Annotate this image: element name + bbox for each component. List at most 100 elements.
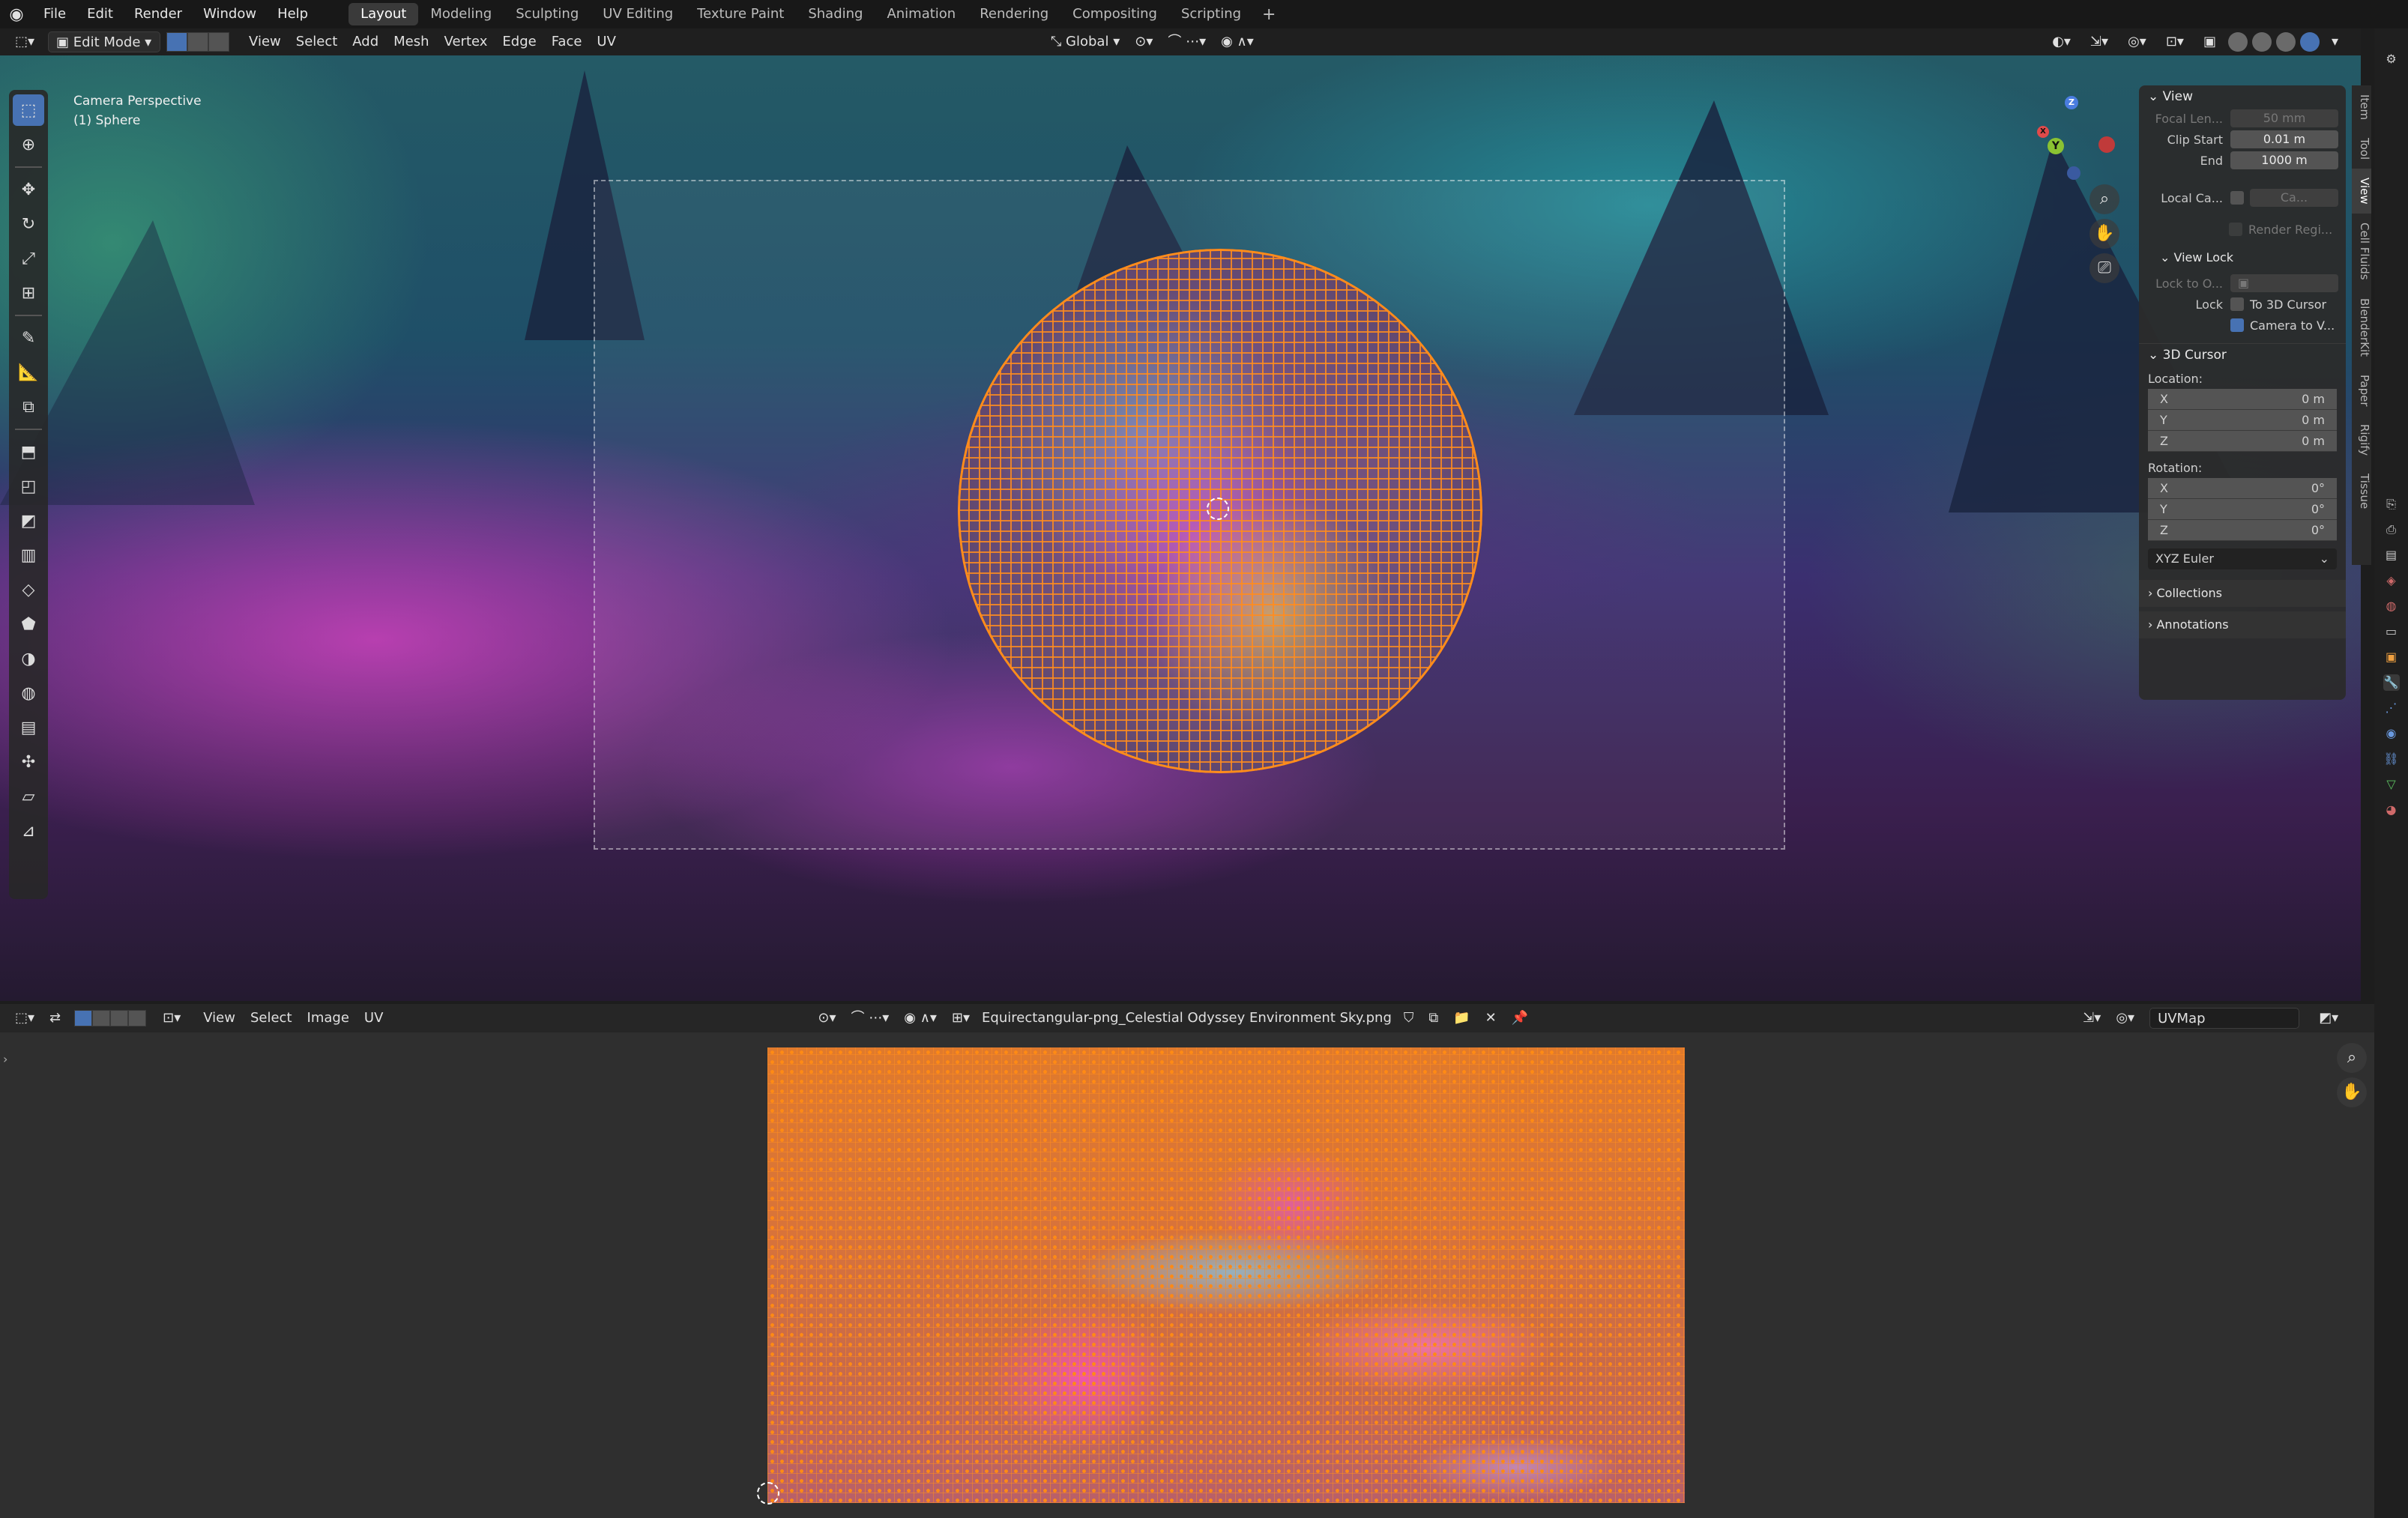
move-tool-icon[interactable]: ✥ — [13, 174, 44, 205]
tab-paper[interactable]: Paper — [2352, 366, 2371, 415]
rotate-tool-icon[interactable]: ↻ — [13, 208, 44, 240]
tab-animation[interactable]: Animation — [875, 3, 968, 25]
tab-tool[interactable]: Tool — [2352, 129, 2371, 169]
sticky-selection-icon[interactable]: ⊡▾ — [155, 1008, 188, 1029]
edge-slide-tool-icon[interactable]: ▤ — [13, 712, 44, 743]
uv-select-menu[interactable]: Select — [243, 1008, 300, 1029]
tab-sculpting[interactable]: Sculpting — [504, 3, 591, 25]
render-region-checkbox[interactable] — [2229, 223, 2242, 236]
overlay-toggle-icon[interactable]: ◎▾ — [2120, 31, 2154, 52]
cursor-location-x[interactable]: X 0 m — [2148, 389, 2337, 410]
3d-cursor-icon[interactable] — [1207, 498, 1229, 520]
uv-pivot-icon[interactable]: ⊙▾ — [810, 1008, 843, 1029]
add-workspace-button[interactable]: + — [1253, 5, 1285, 24]
toolbar-expand-icon[interactable]: › — [3, 1052, 7, 1066]
mode-selector[interactable]: ▣ Edit Mode ▾ — [48, 31, 161, 52]
collection-properties-icon[interactable]: ▭ — [2383, 623, 2400, 640]
uv-pan-hand-icon[interactable]: ✋ — [2337, 1077, 2367, 1107]
3d-viewport[interactable]: Camera Perspective (1) Sphere Z Y X ⌕ ✋ … — [0, 55, 2361, 1001]
wireframe-shading-icon[interactable] — [2227, 32, 2248, 52]
vertex-select-icon[interactable] — [166, 32, 188, 52]
cursor-location-y[interactable]: Y 0 m — [2148, 410, 2337, 431]
2d-cursor-icon[interactable] — [757, 1482, 779, 1505]
uv-editor-canvas[interactable]: ⌕ ✋ › — [0, 1032, 2374, 1518]
cursor-tool-icon[interactable]: ⊕ — [13, 129, 44, 160]
image-browse-icon[interactable]: ⊞▾ — [944, 1008, 977, 1029]
gizmo-y-axis[interactable]: Y — [2048, 138, 2064, 154]
menu-help[interactable]: Help — [267, 0, 319, 28]
snap-icon[interactable]: ⌒ ⋯▾ — [1160, 31, 1213, 52]
tab-shading[interactable]: Shading — [796, 3, 875, 25]
3d-cursor-panel-header[interactable]: ⌄ 3D Cursor — [2139, 343, 2346, 366]
uv-zoom-icon[interactable]: ⌕ — [2337, 1043, 2367, 1073]
menu-render[interactable]: Render — [124, 0, 193, 28]
tab-scripting[interactable]: Scripting — [1169, 3, 1253, 25]
uv-menu[interactable]: UV — [589, 31, 624, 52]
tab-compositing[interactable]: Compositing — [1060, 3, 1169, 25]
uv-face-select-icon[interactable] — [110, 1010, 129, 1026]
loop-cut-tool-icon[interactable]: ▥ — [13, 539, 44, 571]
pin-icon[interactable]: 📌 — [1504, 1008, 1536, 1029]
unlink-image-icon[interactable]: ✕ — [1478, 1008, 1504, 1029]
uv-gizmo-icon[interactable]: ⇲▾ — [2075, 1008, 2108, 1029]
select-menu[interactable]: Select — [289, 31, 345, 52]
tab-blenderkit[interactable]: BlenderKit — [2352, 289, 2371, 366]
focal-length-field[interactable]: 50 mm — [2230, 109, 2338, 127]
tab-layout[interactable]: Layout — [348, 3, 419, 25]
physics-icon[interactable]: ◉ — [2383, 725, 2400, 742]
view-lock-header[interactable]: ⌄ View Lock — [2139, 247, 2346, 268]
vertex-menu[interactable]: Vertex — [437, 31, 495, 52]
uv-island-select-icon[interactable] — [128, 1010, 147, 1026]
tab-cell-fluids[interactable]: Cell Fluids — [2352, 214, 2371, 289]
tab-view[interactable]: View — [2352, 169, 2371, 214]
view-panel-header[interactable]: ⌄ View — [2139, 85, 2346, 108]
object-properties-icon[interactable]: ▣ — [2383, 649, 2400, 665]
new-image-icon[interactable]: ⧉ — [1421, 1008, 1446, 1029]
add-menu[interactable]: Add — [345, 31, 386, 52]
fake-user-shield-icon[interactable]: ⛉ — [1396, 1008, 1422, 1029]
zoom-icon[interactable]: ⌕ — [2089, 184, 2119, 214]
tab-item[interactable]: Item — [2352, 85, 2371, 129]
pivot-point-icon[interactable]: ⊙▾ — [1127, 31, 1160, 52]
scale-tool-icon[interactable]: ⤢ — [13, 243, 44, 274]
rip-region-tool-icon[interactable]: ⊿ — [13, 815, 44, 847]
shrink-fatten-tool-icon[interactable]: ✣ — [13, 746, 44, 778]
poly-build-tool-icon[interactable]: ⬟ — [13, 608, 44, 640]
uv-overlay-icon[interactable]: ◎▾ — [2108, 1008, 2142, 1029]
gizmo-neg-x[interactable] — [2098, 136, 2115, 153]
mesh-edit-overlay-icon[interactable]: ⊡▾ — [2158, 31, 2191, 52]
image-name-field[interactable]: Equirectangular-png_Celestial Odyssey En… — [977, 1008, 1396, 1029]
world-properties-icon[interactable]: ◍ — [2383, 598, 2400, 614]
uv-proportional-icon[interactable]: ◉ ∧▾ — [896, 1008, 944, 1029]
solid-shading-icon[interactable] — [2251, 32, 2272, 52]
shading-options-icon[interactable]: ▾ — [2324, 31, 2346, 52]
annotations-panel-header[interactable]: › Annotations — [2139, 611, 2346, 638]
gizmo-x-axis[interactable]: X — [2037, 126, 2049, 138]
display-channels-icon[interactable]: ◩▾ — [2311, 1008, 2346, 1029]
proportional-edit-icon[interactable]: ◉ ∧▾ — [1213, 31, 1261, 52]
particles-icon[interactable]: ⋰ — [2383, 700, 2400, 716]
knife-tool-icon[interactable]: ◇ — [13, 574, 44, 605]
measure-tool-icon[interactable]: 📐 — [13, 357, 44, 388]
gizmo-z-axis[interactable]: Z — [2065, 96, 2078, 109]
clip-end-field[interactable]: 1000 m — [2230, 151, 2338, 169]
uvmap-field[interactable]: UVMap — [2149, 1008, 2300, 1029]
uv-view-menu[interactable]: View — [196, 1008, 243, 1029]
editor-type-icon[interactable]: ⬚▾ — [7, 31, 42, 52]
view-menu[interactable]: View — [241, 31, 289, 52]
spin-tool-icon[interactable]: ◑ — [13, 643, 44, 674]
cursor-rotation-x[interactable]: X 0° — [2148, 478, 2337, 499]
tab-rigify[interactable]: Rigify — [2352, 415, 2371, 465]
cursor-location-z[interactable]: Z 0 m — [2148, 431, 2337, 452]
edge-menu[interactable]: Edge — [495, 31, 543, 52]
uv-edge-select-icon[interactable] — [92, 1010, 111, 1026]
output-properties-icon[interactable]: ⎙ — [2383, 521, 2400, 538]
uv-snap-icon[interactable]: ⌒ ⋯▾ — [844, 1008, 897, 1029]
material-properties-icon[interactable]: ◕ — [2383, 802, 2400, 818]
lock-to-cursor-checkbox[interactable] — [2230, 297, 2244, 311]
mesh-menu[interactable]: Mesh — [386, 31, 436, 52]
menu-window[interactable]: Window — [193, 0, 267, 28]
cursor-rotation-z[interactable]: Z 0° — [2148, 520, 2337, 541]
extrude-tool-icon[interactable]: ⬒ — [13, 436, 44, 468]
uv-vertex-select-icon[interactable] — [74, 1010, 93, 1026]
